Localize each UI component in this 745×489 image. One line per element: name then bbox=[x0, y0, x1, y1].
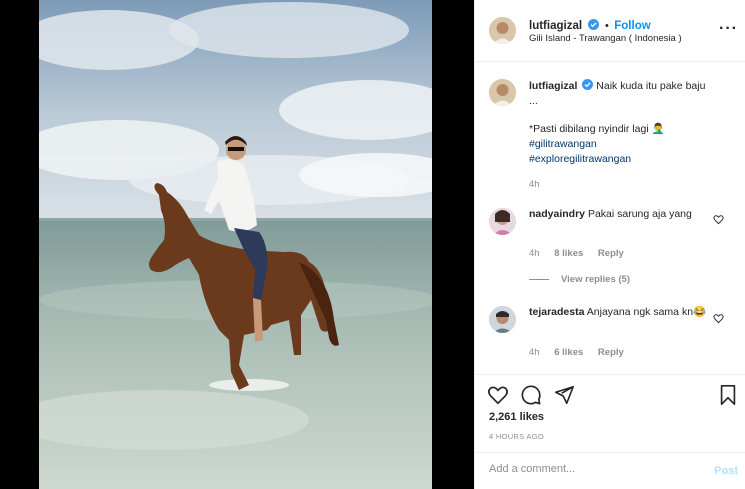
comment-like-heart-icon[interactable] bbox=[713, 313, 724, 324]
comment-2: tejaradesta Anjayana ngk sama kn😂 bbox=[529, 305, 709, 320]
comment-1-username[interactable]: nadyaindry bbox=[529, 208, 585, 220]
caption-line2-text: *Pasti dibilang nyindir lagi 🤦‍♂️ bbox=[529, 123, 665, 135]
post-comment-button[interactable]: Post bbox=[714, 465, 738, 477]
comment-2-reply-button[interactable]: Reply bbox=[598, 347, 624, 358]
comment-1-text: Pakai sarung aja yang bbox=[587, 208, 692, 220]
comment-avatar[interactable] bbox=[489, 306, 516, 333]
comment-1-reply-button[interactable]: Reply bbox=[598, 248, 624, 259]
caption-line2: *Pasti dibilang nyindir lagi 🤦‍♂️ #gilit… bbox=[529, 122, 709, 167]
comment-icon[interactable] bbox=[520, 384, 542, 406]
comment-1-time[interactable]: 4h bbox=[529, 248, 540, 259]
comment-1: nadyaindry Pakai sarung aja yang bbox=[529, 207, 709, 222]
add-comment-bar: Post bbox=[475, 452, 745, 489]
hashtag-exploregilitrawangan[interactable]: #exploregilitrawangan bbox=[529, 152, 709, 167]
post-header: lutfiagizal • Follow Gili Island - Trawa… bbox=[475, 0, 745, 62]
share-icon[interactable] bbox=[553, 384, 575, 406]
more-options-icon[interactable]: ··· bbox=[719, 20, 738, 38]
photo-pane bbox=[0, 0, 474, 489]
caption: lutfiagizal Naik kuda itu pake baju ... bbox=[529, 79, 709, 109]
view-replies-label: View replies (5) bbox=[561, 274, 630, 285]
comment-2-username[interactable]: tejaradesta bbox=[529, 306, 584, 318]
comment-1-likes[interactable]: 8 likes bbox=[554, 248, 583, 259]
location-link[interactable]: Gili Island - Trawangan ( Indonesia ) bbox=[529, 33, 682, 44]
view-replies-button[interactable]: View replies (5) bbox=[529, 274, 630, 285]
verified-badge-icon bbox=[582, 79, 594, 90]
post-photo[interactable] bbox=[39, 0, 432, 489]
comment-2-likes[interactable]: 6 likes bbox=[554, 347, 583, 358]
caption-meta: 4h bbox=[529, 179, 552, 190]
post-actions: 2,261 likes 4 HOURS AGO bbox=[475, 374, 745, 450]
comments-section: lutfiagizal Naik kuda itu pake baju ... … bbox=[475, 62, 745, 374]
caption-time[interactable]: 4h bbox=[529, 179, 540, 190]
follow-separator: • bbox=[604, 20, 609, 32]
caption-avatar[interactable] bbox=[489, 79, 516, 106]
follow-button[interactable]: Follow bbox=[614, 20, 650, 32]
bookmark-icon[interactable] bbox=[717, 384, 739, 406]
header-username[interactable]: lutfiagizal bbox=[529, 20, 582, 32]
posted-time[interactable]: 4 HOURS AGO bbox=[489, 432, 544, 441]
add-comment-input[interactable] bbox=[489, 463, 689, 475]
caption-username[interactable]: lutfiagizal bbox=[529, 80, 577, 92]
comment-2-text: Anjayana ngk sama kn😂 bbox=[586, 306, 707, 318]
view-replies-line bbox=[529, 278, 549, 280]
comment-avatar[interactable] bbox=[489, 208, 516, 235]
comment-2-time[interactable]: 4h bbox=[529, 347, 540, 358]
comment-2-meta: 4h 6 likes Reply bbox=[529, 347, 636, 358]
header-title-row: lutfiagizal • Follow bbox=[529, 16, 651, 34]
hashtag-gilitrawangan[interactable]: #gilitrawangan bbox=[529, 137, 709, 152]
avatar[interactable] bbox=[489, 17, 516, 44]
heart-icon[interactable] bbox=[487, 384, 509, 406]
likes-count[interactable]: 2,261 likes bbox=[489, 411, 544, 423]
verified-badge-icon bbox=[588, 19, 600, 30]
comment-like-heart-icon[interactable] bbox=[713, 214, 724, 225]
horse-rider-beach-photo bbox=[39, 0, 432, 489]
comment-1-meta: 4h 8 likes Reply bbox=[529, 248, 636, 259]
post-side-panel: lutfiagizal • Follow Gili Island - Trawa… bbox=[474, 0, 745, 489]
